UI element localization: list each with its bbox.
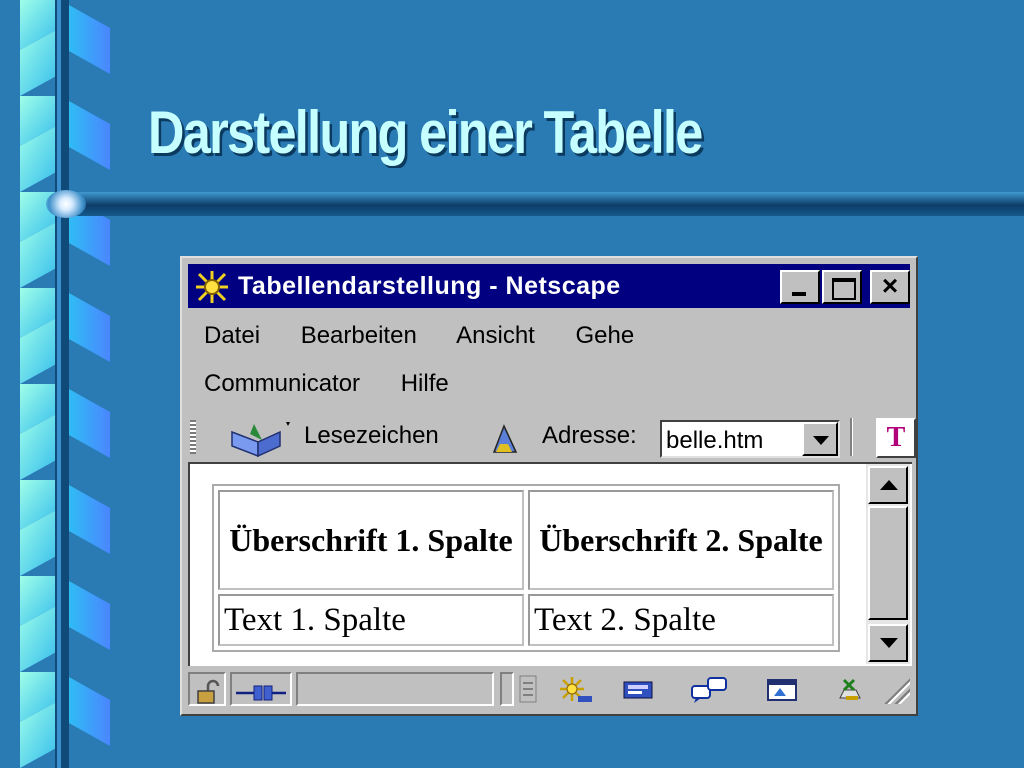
demo-table: Überschrift 1. Spalte Überschrift 2. Spa… (212, 484, 840, 652)
bookmarks-label[interactable]: Lesezeichen (304, 422, 439, 450)
window-title: Tabellendarstellung - Netscape (238, 272, 621, 300)
decorative-horizontal-bar (58, 192, 1024, 216)
menu-gehe[interactable]: Gehe (576, 322, 635, 349)
menu-hilfe[interactable]: Hilfe (401, 370, 449, 397)
bookmarks-icon[interactable] (228, 418, 298, 458)
menu-ansicht[interactable]: Ansicht (456, 322, 535, 349)
instant-message-icon[interactable] (834, 674, 866, 704)
chevron-down-icon (813, 436, 829, 445)
composer-icon[interactable] (764, 674, 800, 704)
page-content: Überschrift 1. Spalte Überschrift 2. Spa… (188, 462, 912, 666)
table-header-1: Überschrift 1. Spalte (218, 490, 524, 590)
browser-window: Tabellendarstellung - Netscape × Datei B… (180, 256, 918, 716)
toolbar-separator (850, 418, 853, 456)
menu-bearbeiten[interactable]: Bearbeiten (301, 322, 417, 349)
scroll-down-button[interactable] (868, 624, 908, 662)
arrow-up-icon (880, 480, 898, 490)
decorative-ribbon (20, 0, 110, 768)
address-label: Adresse: (542, 422, 637, 449)
what-is-related-icon[interactable] (488, 422, 522, 456)
close-icon: × (881, 270, 899, 301)
decorative-knob (46, 190, 86, 218)
table-row: Text 1. Spalte Text 2. Spalte (218, 594, 834, 646)
navigator-icon[interactable] (554, 674, 594, 704)
table-header-2: Überschrift 2. Spalte (528, 490, 834, 590)
address-dropdown-button[interactable] (802, 422, 838, 456)
status-text-field (296, 672, 494, 706)
table-cell: Text 2. Spalte (528, 594, 834, 646)
connection-plug-icon (236, 685, 286, 701)
minimize-button[interactable] (780, 270, 820, 304)
location-toolbar: Lesezeichen Adresse: belle.htm T (188, 416, 916, 460)
slide-title: Darstellung einer Tabelle (148, 99, 703, 166)
maximize-icon (832, 278, 856, 300)
title-bar[interactable]: Tabellendarstellung - Netscape × (188, 264, 910, 308)
toolbar-grip-handle[interactable] (190, 420, 196, 454)
vertical-scrollbar[interactable] (866, 464, 910, 664)
resize-grip[interactable] (884, 678, 910, 704)
netscape-star-icon[interactable] (192, 268, 232, 306)
table-cell: Text 1. Spalte (218, 594, 524, 646)
maximize-button[interactable] (822, 270, 862, 304)
t-button[interactable]: T (876, 418, 916, 458)
menu-bar-row-1: Datei Bearbeiten Ansicht Gehe (204, 322, 668, 350)
connection-status[interactable] (230, 672, 292, 706)
progress-indicator (500, 672, 514, 706)
address-input[interactable]: belle.htm (660, 420, 840, 458)
mail-icon[interactable] (618, 674, 658, 704)
address-value: belle.htm (666, 427, 764, 454)
status-bar (188, 670, 912, 710)
minimize-icon (792, 292, 806, 296)
scroll-up-button[interactable] (868, 466, 908, 504)
close-button[interactable]: × (870, 270, 910, 304)
arrow-down-icon (880, 638, 898, 648)
menu-bar-row-2: Communicator Hilfe (204, 370, 483, 398)
security-lock-icon (197, 679, 220, 704)
scroll-thumb[interactable] (868, 506, 908, 620)
security-button[interactable] (188, 672, 226, 706)
menu-communicator[interactable]: Communicator (204, 370, 360, 397)
discussion-icon[interactable] (688, 674, 732, 704)
component-bar-grip-icon[interactable] (518, 674, 538, 704)
menu-datei[interactable]: Datei (204, 322, 260, 349)
